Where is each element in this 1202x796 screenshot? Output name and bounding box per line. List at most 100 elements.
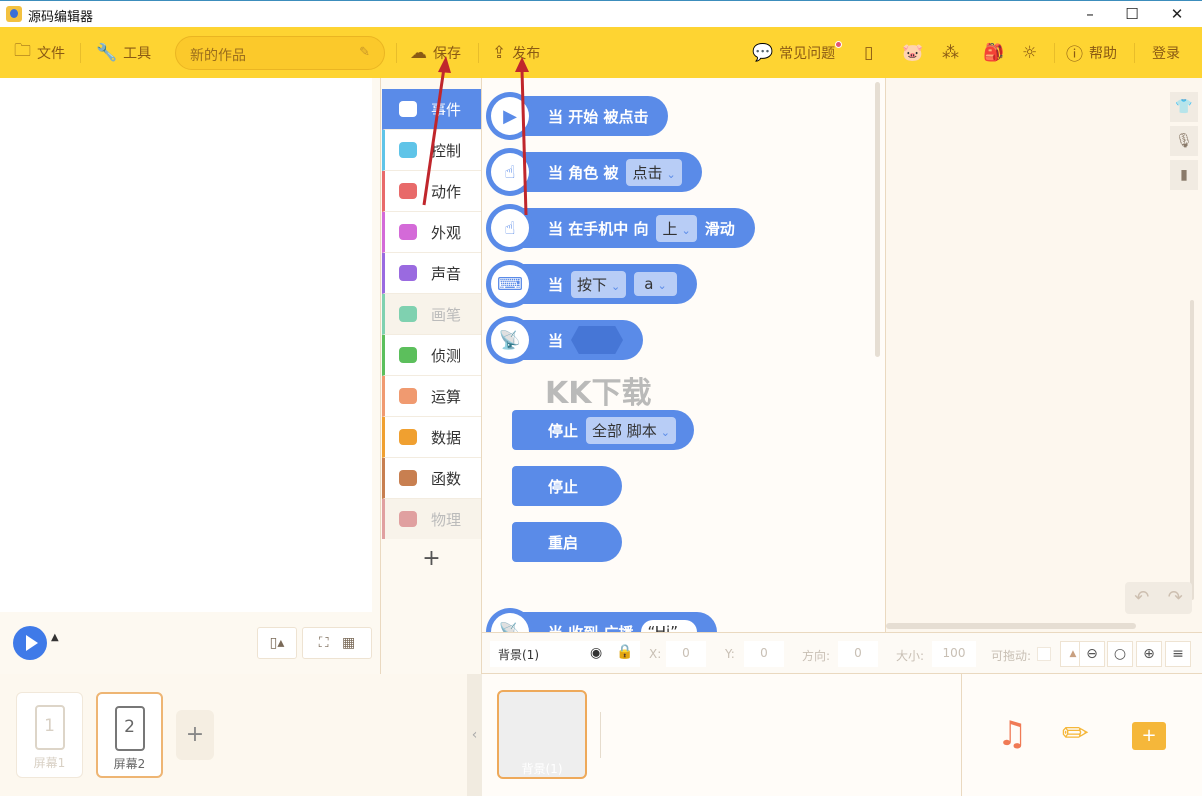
- tools-label: 工具: [123, 45, 152, 62]
- help-button[interactable]: ⓘ 帮助: [1066, 27, 1117, 78]
- block-palette: ▶ 当 开始 被点击 ☝ 当 角色 被点击 ⌄ ☝ 当 在手机中 向上 ⌄ 滑动 ⌨ 当按下 ⌄…: [482, 78, 886, 632]
- faq-button[interactable]: 💬 常见问题: [752, 27, 843, 78]
- undo-icon[interactable]: ↶: [1125, 582, 1159, 614]
- category-toggle[interactable]: 事件: [382, 89, 481, 130]
- draggable-checkbox[interactable]: [1037, 647, 1051, 661]
- category-target[interactable]: 侦测: [382, 335, 481, 376]
- grid-icon[interactable]: ▦: [342, 635, 355, 651]
- caret-up-icon[interactable]: ▲: [51, 632, 59, 643]
- collapse-panel-button[interactable]: ‹: [467, 674, 482, 796]
- category-calc[interactable]: 运算: [382, 376, 481, 417]
- size-input[interactable]: 100: [932, 641, 976, 667]
- category-label: 声音: [431, 264, 462, 283]
- toolbar: 🗀 文件 🔧 工具 新的作品 ✎ ☁ 保存 ⇪ 发布 💬 常见问题 ▯ 🐷 ⁂ 🎒 ☼ ⓘ 帮…: [0, 27, 1202, 78]
- block-when-broadcast[interactable]: 📡 当 收到 广播 “Hi”⌄: [486, 608, 718, 633]
- sprite-properties-bar: 背景(1) ◉ 🔒 X: 0 Y: 0 方向: 0 大小: 100 可拖动: ▲…: [482, 632, 1202, 674]
- category-mic[interactable]: 声音: [382, 253, 481, 294]
- add-screen-button[interactable]: +: [176, 710, 214, 760]
- block-text: 停止: [548, 421, 579, 440]
- backpack-button[interactable]: 🎒: [983, 27, 1004, 78]
- phone-button[interactable]: ▯: [864, 27, 873, 78]
- block-when-key[interactable]: ⌨ 当按下 ⌄ a ⌄: [486, 260, 697, 308]
- add-extension-button[interactable]: +: [382, 539, 481, 579]
- block-when-start-clicked[interactable]: ▶ 当 开始 被点击: [486, 92, 669, 140]
- block-restart[interactable]: 重启: [512, 522, 622, 562]
- x-input[interactable]: 0: [666, 641, 706, 667]
- block-text: 当 收到 广播: [548, 622, 633, 633]
- settings-button[interactable]: ☼: [1022, 27, 1037, 78]
- category-pen[interactable]: 画笔: [382, 294, 481, 335]
- eye-icon[interactable]: ◉: [590, 645, 602, 661]
- screen-thumb-1[interactable]: 1 屏幕1: [16, 692, 83, 778]
- category-shirt[interactable]: 外观: [382, 212, 481, 253]
- device-select-button[interactable]: ▯▴: [257, 627, 297, 659]
- lock-icon[interactable]: 🔒: [616, 644, 633, 660]
- maximize-button[interactable]: ☐: [1117, 3, 1147, 25]
- category-ghost[interactable]: 动作: [382, 171, 481, 212]
- block-text: 当: [548, 275, 564, 294]
- code-workspace[interactable]: [886, 78, 1202, 632]
- block-text: 当: [548, 331, 564, 350]
- block-when-condition[interactable]: 📡 当: [486, 316, 644, 364]
- pig-button[interactable]: 🐷: [902, 27, 923, 78]
- view-buttons: ⛶ ▦: [302, 627, 372, 659]
- fullscreen-icon[interactable]: ⛶: [319, 635, 329, 651]
- block-stop-scripts[interactable]: 停止 全部 脚本 ⌄: [512, 410, 695, 450]
- direction-input[interactable]: 0: [838, 641, 878, 667]
- folder-icon: 🗀: [14, 41, 31, 61]
- close-button[interactable]: ✕: [1162, 3, 1192, 25]
- workspace-hscrollbar[interactable]: [886, 623, 1136, 629]
- app-logo-icon: [6, 6, 22, 22]
- menu-icon[interactable]: ≡: [1165, 641, 1191, 667]
- extensions-button[interactable]: ⁂: [942, 27, 959, 78]
- project-name-input[interactable]: 新的作品 ✎: [175, 36, 385, 70]
- save-button[interactable]: ☁ 保存: [410, 27, 461, 78]
- palette-scrollbar[interactable]: [875, 82, 880, 357]
- category-fx[interactable]: 函数: [382, 458, 481, 499]
- run-button[interactable]: [13, 626, 47, 660]
- screen-thumb-2[interactable]: 2 屏幕2: [96, 692, 163, 778]
- dropdown[interactable]: a ⌄: [634, 272, 677, 296]
- cloud-upload-icon: ☁: [410, 42, 427, 63]
- dropdown[interactable]: 按下 ⌄: [571, 270, 627, 298]
- chart-icon[interactable]: ▮: [1170, 160, 1198, 190]
- stage-canvas[interactable]: [0, 78, 372, 612]
- dropdown[interactable]: “Hi”⌄: [641, 620, 698, 632]
- publish-button[interactable]: ⇪ 发布: [492, 27, 540, 78]
- pencil-icon: ✎: [359, 45, 370, 60]
- condition-slot[interactable]: [571, 326, 624, 354]
- category-bars[interactable]: 数据: [382, 417, 481, 458]
- zoom-in-icon[interactable]: ⊕: [1136, 641, 1162, 667]
- tools-menu[interactable]: 🔧 工具: [96, 27, 151, 78]
- block-when-swipe[interactable]: ☝ 当 在手机中 向上 ⌄ 滑动: [486, 204, 755, 252]
- costume-icon[interactable]: 👕: [1170, 92, 1198, 122]
- music-icon[interactable]: ♫: [997, 714, 1027, 754]
- divider: [1134, 43, 1135, 63]
- login-button[interactable]: 登录: [1152, 27, 1180, 78]
- minimize-button[interactable]: –: [1075, 3, 1105, 25]
- pencil-icon[interactable]: ✏: [1062, 714, 1089, 752]
- y-label: Y:: [725, 647, 735, 661]
- zoom-reset-icon[interactable]: ○: [1107, 641, 1133, 667]
- zoom-out-icon[interactable]: ⊖: [1079, 641, 1105, 667]
- chat-icon: 💬: [752, 42, 774, 63]
- dropdown[interactable]: 上 ⌄: [656, 214, 697, 242]
- category-gamepad[interactable]: 控制: [382, 130, 481, 171]
- file-menu[interactable]: 🗀 文件: [14, 27, 65, 78]
- redo-icon[interactable]: ↷: [1159, 582, 1193, 614]
- block-when-sprite-clicked[interactable]: ☝ 当 角色 被点击 ⌄: [486, 148, 702, 196]
- category-magnet[interactable]: 物理: [382, 499, 481, 540]
- pen-icon: [399, 306, 417, 322]
- block-stop[interactable]: 停止: [512, 466, 622, 506]
- microphone-icon[interactable]: 🎙: [1170, 126, 1198, 156]
- dropdown[interactable]: 全部 脚本 ⌄: [586, 416, 677, 444]
- y-input[interactable]: 0: [744, 641, 784, 667]
- workspace-vscrollbar[interactable]: [1190, 300, 1194, 600]
- dropdown[interactable]: 点击 ⌄: [626, 158, 682, 186]
- add-folder-icon[interactable]: +: [1132, 722, 1166, 750]
- dropdown-value: 上: [662, 219, 678, 238]
- category-label: 侦测: [431, 346, 462, 365]
- notification-dot: [835, 41, 843, 48]
- pig-icon: 🐷: [902, 42, 924, 63]
- direction-label: 方向:: [802, 649, 831, 663]
